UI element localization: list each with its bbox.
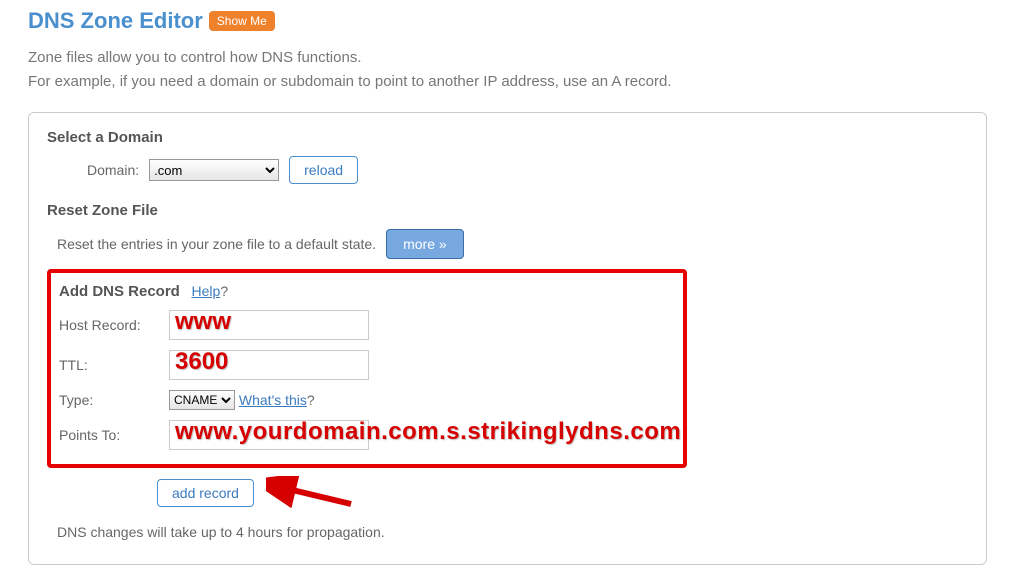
- zone-panel: Select a Domain Domain: .com reload Rese…: [28, 112, 987, 565]
- add-dns-record-highlight: Add DNS Record Help? Host Record: www TT…: [47, 269, 687, 468]
- page-title: DNS Zone Editor: [28, 8, 203, 34]
- reset-zone-description: Reset the entries in your zone file to a…: [57, 236, 376, 252]
- host-record-label: Host Record:: [59, 317, 169, 333]
- points-to-label: Points To:: [59, 427, 169, 443]
- help-link[interactable]: Help: [192, 283, 221, 299]
- add-dns-record-heading: Add DNS Record: [59, 283, 180, 300]
- more-button[interactable]: more »: [386, 229, 464, 259]
- intro-line1: Zone files allow you to control how DNS …: [28, 46, 987, 70]
- propagation-note: DNS changes will take up to 4 hours for …: [57, 524, 968, 540]
- select-domain-heading: Select a Domain: [47, 129, 968, 146]
- whats-this-question: ?: [307, 392, 315, 408]
- reset-zone-heading: Reset Zone File: [47, 202, 968, 219]
- intro-text: Zone files allow you to control how DNS …: [28, 46, 987, 94]
- arrow-icon: [266, 476, 356, 510]
- whats-this-link[interactable]: What's this: [239, 392, 307, 408]
- host-record-input[interactable]: [169, 310, 369, 340]
- points-to-input[interactable]: [169, 420, 369, 450]
- help-question: ?: [220, 283, 228, 299]
- intro-line2: For example, if you need a domain or sub…: [28, 70, 987, 94]
- add-record-button[interactable]: add record: [157, 479, 254, 507]
- type-select[interactable]: CNAME: [169, 390, 235, 410]
- type-label: Type:: [59, 392, 169, 408]
- show-me-button[interactable]: Show Me: [209, 11, 275, 31]
- domain-label: Domain:: [87, 162, 139, 178]
- ttl-label: TTL:: [59, 357, 169, 373]
- reload-button[interactable]: reload: [289, 156, 358, 184]
- domain-select[interactable]: .com: [149, 159, 279, 181]
- ttl-input[interactable]: [169, 350, 369, 380]
